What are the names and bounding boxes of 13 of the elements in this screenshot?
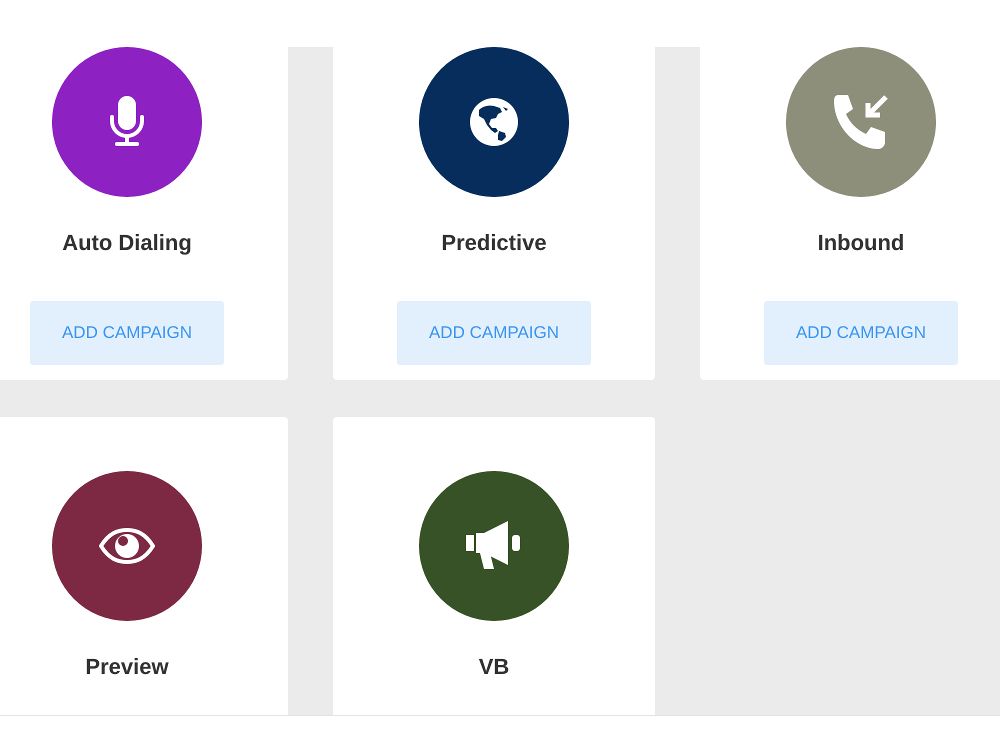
card-title: Predictive	[441, 230, 547, 256]
eye-icon	[99, 528, 155, 564]
megaphone-icon	[466, 521, 522, 571]
globe-icon	[470, 98, 518, 146]
phone-incoming-icon	[832, 93, 890, 151]
add-campaign-button[interactable]: ADD CAMPAIGN	[764, 301, 958, 365]
card-title: Auto Dialing	[62, 230, 192, 256]
card-title: Inbound	[818, 230, 904, 256]
add-campaign-button[interactable]: ADD CAMPAIGN	[397, 301, 591, 365]
card-title: VB	[478, 654, 510, 680]
card-title: Preview	[85, 654, 169, 680]
microphone-icon	[109, 96, 145, 148]
add-campaign-button[interactable]: ADD CAMPAIGN	[30, 301, 224, 365]
